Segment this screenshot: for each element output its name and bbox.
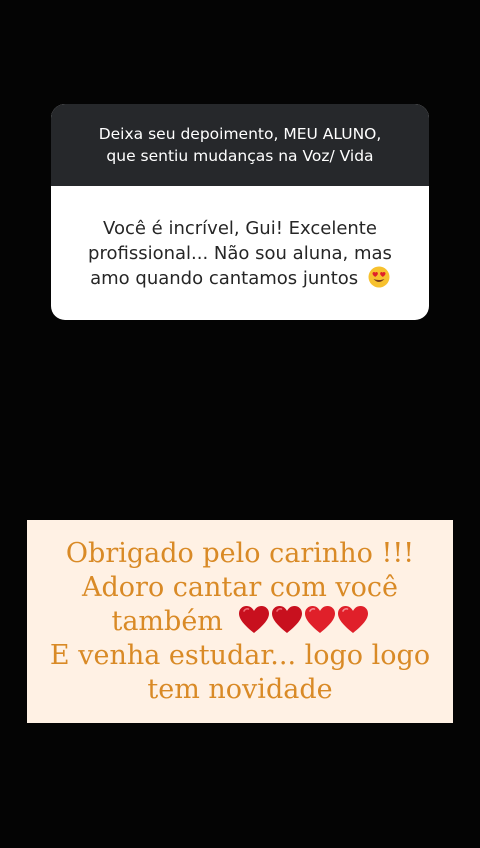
story-screen: Deixa seu depoimento, MEU ALUNO, que sen… xyxy=(0,0,480,848)
question-line-1: Deixa seu depoimento, MEU ALUNO, xyxy=(98,125,382,143)
answer-line-1: Você é incrível, Gui! Excelente xyxy=(103,217,377,239)
reply-line-1: Obrigado pelo carinho !!! xyxy=(65,537,415,569)
answer-line-2: profissional... Não sou aluna, mas xyxy=(88,242,392,264)
four-red-hearts-icon xyxy=(238,605,369,635)
reply-line-4: E venha estudar... logo logo xyxy=(49,639,431,671)
answer-line-3-text: amo quando cantamos juntos xyxy=(90,267,359,289)
heart-eyes-face-icon xyxy=(368,266,390,287)
answer-body: Você é incrível, Gui! Excelente profissi… xyxy=(51,186,429,320)
reply-line-5: tem novidade xyxy=(147,673,333,705)
red-heart-icon xyxy=(337,605,368,633)
answer-line-3: amo quando cantamos juntos xyxy=(90,266,390,291)
reply-text-box: Obrigado pelo carinho !!! Adoro cantar c… xyxy=(27,520,453,723)
red-heart-icon xyxy=(304,605,335,633)
red-heart-icon xyxy=(271,605,302,633)
reply-line-2: Adoro cantar com você xyxy=(82,571,398,603)
reply-line-3: também xyxy=(111,605,368,639)
reply-line-3-text: também xyxy=(111,605,223,637)
question-answer-card: Deixa seu depoimento, MEU ALUNO, que sen… xyxy=(51,104,429,320)
question-line-2: que sentiu mudanças na Voz/ Vida xyxy=(106,147,374,165)
red-heart-icon xyxy=(238,605,269,633)
question-header: Deixa seu depoimento, MEU ALUNO, que sen… xyxy=(51,104,429,186)
